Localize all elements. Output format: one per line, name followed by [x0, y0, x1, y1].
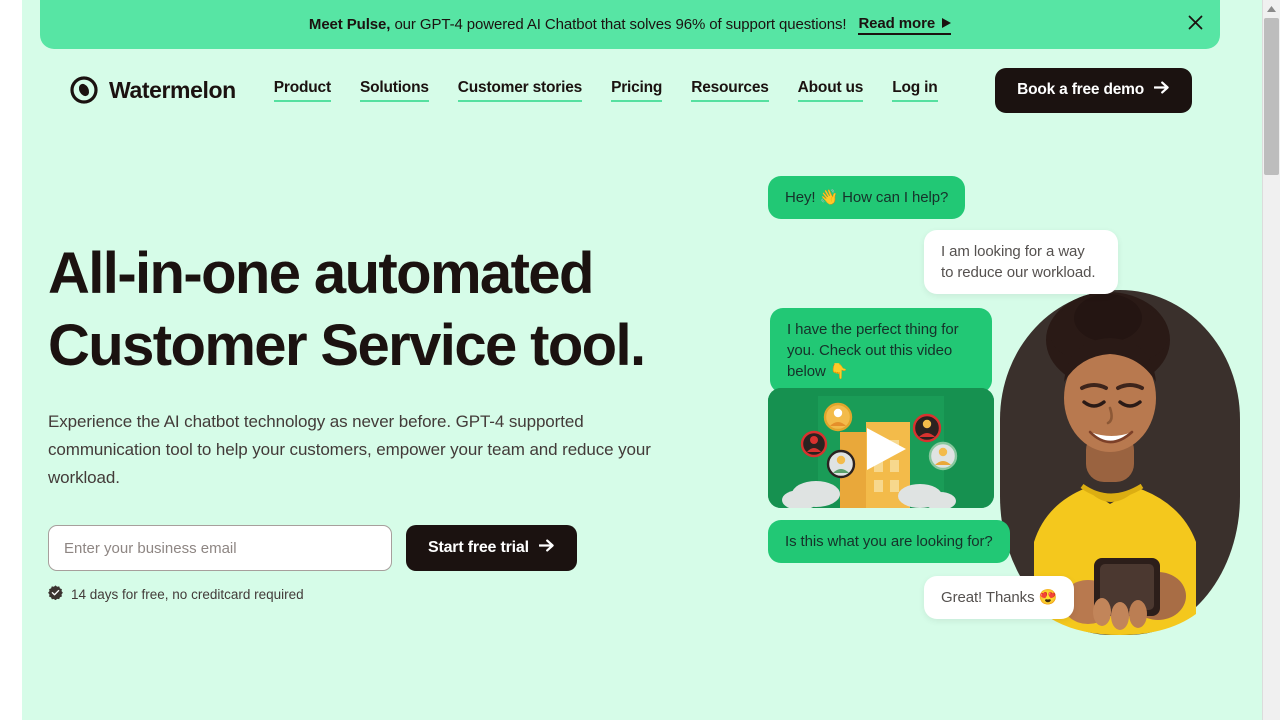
business-email-input[interactable]: [48, 525, 392, 571]
nav-link-pricing[interactable]: Pricing: [611, 79, 662, 102]
scroll-up-arrow-icon[interactable]: [1263, 0, 1280, 17]
book-demo-label: Book a free demo: [1017, 81, 1144, 98]
hero-title-line-2: Customer Service tool.: [48, 313, 646, 378]
hero-chat-illustration: Hey! 👋 How can I help? I am looking for …: [762, 160, 1242, 660]
start-free-trial-label: Start free trial: [428, 539, 529, 556]
browser-viewport: Meet Pulse, our GPT-4 powered AI Chatbot…: [0, 0, 1280, 720]
watermelon-logo-icon: [70, 76, 98, 104]
nav-link-customer-stories[interactable]: Customer stories: [457, 79, 582, 102]
page-scrollbar[interactable]: [1262, 0, 1280, 720]
nav-links: Product Solutions Customer stories Prici…: [273, 79, 938, 102]
video-thumbnail-artwork: [768, 388, 994, 508]
nav-link-resources[interactable]: Resources: [691, 79, 769, 102]
chat-bubble-user: Great! Thanks 😍: [924, 576, 1075, 619]
arrow-right-icon: [538, 539, 555, 557]
nav-link-product[interactable]: Product: [273, 79, 331, 102]
free-trial-form: Start free trial: [48, 525, 688, 571]
page-title: All-in-one automated Customer Service to…: [48, 238, 688, 382]
chat-bubble-bot: I have the perfect thing for you. Check …: [770, 308, 992, 393]
verified-badge-icon: [48, 585, 63, 603]
arrow-right-icon: [1153, 81, 1170, 99]
main-navigation: Watermelon Product Solutions Customer st…: [40, 49, 1220, 131]
chat-bubble-user: I am looking for a way to reduce our wor…: [924, 230, 1118, 294]
play-triangle-icon: [942, 15, 952, 32]
close-icon: [1188, 15, 1203, 35]
chat-bubble-bot: Is this what you are looking for?: [768, 520, 1010, 563]
read-more-label: Read more: [858, 14, 936, 32]
chat-bubble-bot: Hey! 👋 How can I help?: [768, 176, 966, 219]
close-banner-button[interactable]: [1180, 10, 1210, 40]
trust-note-label: 14 days for free, no creditcard required: [71, 586, 304, 602]
hero-title-line-1: All-in-one automated: [48, 241, 594, 306]
nav-link-solutions[interactable]: Solutions: [359, 79, 429, 102]
page-canvas: Meet Pulse, our GPT-4 powered AI Chatbot…: [22, 0, 1262, 720]
read-more-link[interactable]: Read more: [858, 14, 952, 35]
nav-link-log-in[interactable]: Log in: [892, 79, 938, 102]
video-thumbnail[interactable]: [768, 388, 994, 508]
site-logo[interactable]: Watermelon: [70, 76, 236, 104]
announcement-text: Meet Pulse, our GPT-4 powered AI Chatbot…: [309, 16, 847, 33]
announcement-body-text: our GPT-4 powered AI Chatbot that solves…: [394, 16, 847, 33]
trust-note: 14 days for free, no creditcard required: [48, 585, 688, 603]
scrollbar-thumb[interactable]: [1264, 18, 1279, 175]
nav-link-about-us[interactable]: About us: [797, 79, 863, 102]
start-free-trial-button[interactable]: Start free trial: [406, 525, 577, 571]
hero-subtitle: Experience the AI chatbot technology as …: [48, 412, 651, 487]
announcement-banner-content: Meet Pulse, our GPT-4 powered AI Chatbot…: [309, 14, 952, 35]
announcement-strong-text: Meet Pulse,: [308, 16, 391, 33]
hero-copy-block: All-in-one automated Customer Service to…: [48, 238, 688, 603]
announcement-banner: Meet Pulse, our GPT-4 powered AI Chatbot…: [40, 0, 1220, 49]
book-a-free-demo-button[interactable]: Book a free demo: [995, 67, 1192, 113]
logo-wordmark: Watermelon: [109, 76, 236, 103]
